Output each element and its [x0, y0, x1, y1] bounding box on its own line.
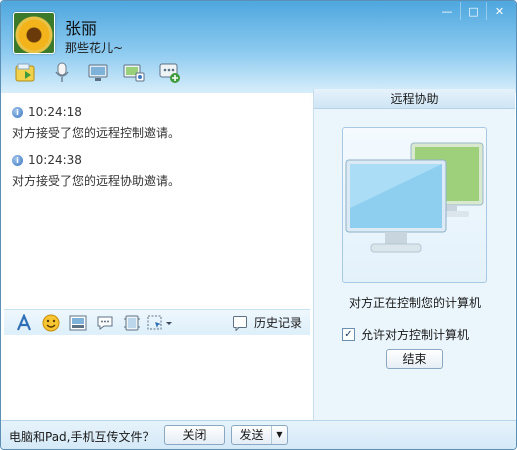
file-transfer-button[interactable] [13, 61, 39, 85]
emoji-button[interactable] [37, 312, 64, 334]
message-time: 10:24:18 [28, 105, 82, 119]
close-window-button[interactable]: ✕ [486, 2, 512, 20]
contact-name[interactable]: 张丽 [65, 15, 97, 39]
history-icon [232, 315, 247, 331]
close-icon: ✕ [494, 4, 505, 18]
image-icon [69, 315, 86, 330]
remote-assist-title: 远程协助 [314, 89, 515, 109]
history-label: 历史记录 [253, 316, 302, 330]
screen-capture-dropdown[interactable] [145, 312, 175, 334]
message-time: 10:24:38 [28, 153, 82, 167]
window-controls: — □ ✕ [434, 2, 512, 20]
maximize-button[interactable]: □ [460, 2, 486, 20]
chevron-down-icon[interactable]: ▼ [272, 426, 287, 444]
chat-toolbar [13, 61, 183, 85]
history-button[interactable]: 历史记录 [232, 314, 302, 331]
message-history[interactable]: i 10:24:18 对方接受了您的远程控制邀请。 i 10:24:38 对方接… [4, 93, 310, 309]
bottom-bar: 电脑和Pad,手机互传文件？ 关闭 发送 ▼ [1, 420, 516, 449]
video-call-button[interactable] [85, 61, 111, 85]
system-message: i 10:24:38 对方接受了您的远程协助邀请。 [12, 153, 180, 189]
avatar[interactable] [13, 12, 55, 54]
send-image-button[interactable] [64, 312, 91, 334]
info-icon: i [12, 106, 23, 118]
contact-signature: 那些花儿~ [65, 41, 124, 55]
send-label: 发送 [232, 426, 272, 444]
screen-capture-dropdown-icon [147, 315, 172, 329]
remote-assist-panel: 远程协助 对方正在控制您的计算机 ✓ 允许对方控制计算机 结束 [313, 89, 515, 421]
remote-assist-icon [123, 64, 145, 82]
font-icon [16, 313, 31, 330]
message-text: 对方接受了您的远程控制邀请。 [12, 126, 181, 140]
quick-reply-button[interactable] [91, 312, 118, 334]
monitors-icon [345, 142, 484, 253]
video-icon [88, 64, 108, 81]
message-text: 对方接受了您的远程协助邀请。 [12, 174, 181, 188]
format-toolbar: 历史记录 [4, 309, 310, 335]
minimize-button[interactable]: — [434, 2, 460, 20]
quick-reply-icon [97, 316, 112, 330]
system-message: i 10:24:18 对方接受了您的远程控制邀请。 [12, 105, 180, 141]
file-transfer-tip-link[interactable]: 电脑和Pad,手机互传文件？ [9, 428, 154, 445]
close-button[interactable]: 关闭 [164, 425, 225, 445]
microphone-icon [55, 62, 69, 82]
send-button[interactable]: 发送 ▼ [231, 425, 288, 445]
maximize-icon: □ [468, 4, 479, 18]
remote-monitor-illustration [342, 127, 487, 283]
emoji-icon [42, 314, 59, 331]
minimize-icon: — [441, 4, 453, 18]
font-button[interactable] [10, 312, 37, 334]
screenshot-button[interactable] [118, 312, 145, 334]
message-input[interactable] [4, 335, 310, 418]
chat-window: 张丽 那些花儿~ — □ ✕ i 10:24:18 对方接受了您的远程控制邀请。… [0, 0, 517, 450]
voice-call-button[interactable] [49, 61, 75, 85]
title-bar: 张丽 那些花儿~ — □ ✕ [1, 1, 516, 93]
allow-control-label: 允许对方控制计算机 [361, 328, 470, 342]
info-icon: i [12, 154, 23, 166]
allow-control-checkbox[interactable]: ✓ [342, 328, 355, 341]
screenshot-icon [123, 315, 140, 330]
more-apps-icon [159, 63, 180, 83]
remote-assist-button[interactable] [121, 61, 147, 85]
more-apps-button[interactable] [157, 61, 183, 85]
end-remote-button[interactable]: 结束 [386, 349, 443, 369]
file-transfer-icon [15, 63, 35, 82]
remote-control-status: 对方正在控制您的计算机 [348, 296, 481, 310]
allow-control-option[interactable]: ✓ 允许对方控制计算机 [342, 326, 469, 343]
